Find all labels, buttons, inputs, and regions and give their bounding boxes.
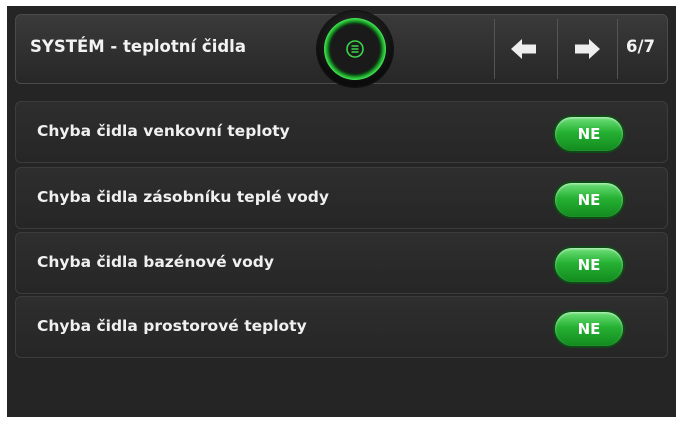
- screen: SYSTÉM - teplotní čidla 6/7 Chyba čidla …: [7, 6, 676, 417]
- menu-ring: [324, 18, 386, 80]
- list-item: Chyba čidla venkovní teploty NE: [15, 101, 668, 163]
- nav-divider: [617, 19, 618, 79]
- row-label: Chyba čidla bazénové vody: [37, 253, 274, 271]
- row-label: Chyba čidla venkovní teploty: [37, 122, 290, 140]
- arrow-left-icon: [511, 39, 536, 59]
- status-toggle[interactable]: NE: [555, 117, 623, 151]
- row-label: Chyba čidla prostorové teploty: [37, 317, 307, 335]
- page-title: SYSTÉM - teplotní čidla: [30, 37, 246, 56]
- row-label: Chyba čidla zásobníku teplé vody: [37, 188, 329, 206]
- status-toggle[interactable]: NE: [555, 312, 623, 346]
- status-toggle[interactable]: NE: [555, 248, 623, 282]
- forward-button[interactable]: [558, 21, 616, 77]
- menu-button[interactable]: [317, 11, 393, 87]
- arrow-right-icon: [575, 39, 600, 59]
- list-item: Chyba čidla prostorové teploty NE: [15, 296, 668, 358]
- back-button[interactable]: [495, 21, 553, 77]
- status-toggle[interactable]: NE: [555, 183, 623, 217]
- header-bar: SYSTÉM - teplotní čidla 6/7: [15, 11, 668, 87]
- list-item: Chyba čidla zásobníku teplé vody NE: [15, 167, 668, 229]
- page-indicator: 6/7: [626, 37, 655, 56]
- list-item: Chyba čidla bazénové vody NE: [15, 232, 668, 294]
- menu-icon: [346, 40, 364, 58]
